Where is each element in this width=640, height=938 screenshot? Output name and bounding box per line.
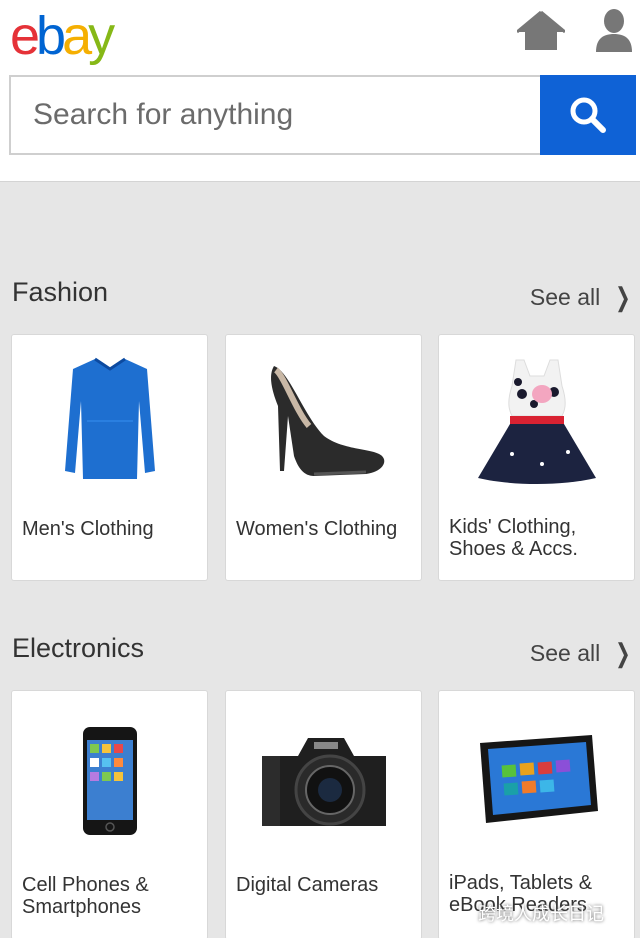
camera-image [226, 691, 421, 871]
smartphone-image [12, 691, 207, 871]
category-label: Kids' Clothing, Shoes & Accs. [449, 516, 578, 560]
category-card-mens-clothing[interactable]: Men's Clothing [11, 334, 208, 581]
see-all-electronics-link[interactable]: See all ❯ [530, 638, 634, 669]
tablet-image [439, 691, 634, 871]
category-card-cell-phones[interactable]: Cell Phones & Smartphones [11, 690, 208, 938]
section-title-electronics: Electronics [12, 633, 145, 663]
see-all-label: See all [529, 284, 601, 310]
category-card-kids-clothing[interactable]: Kids' Clothing, Shoes & Accs. [438, 334, 635, 581]
ebay-logo[interactable]: ebay [10, 6, 115, 66]
chevron-right-icon: ❯ [615, 282, 631, 312]
kids-dress-image [439, 335, 634, 507]
logo-letter-y: y [88, 6, 115, 66]
logo-letter-a: a [62, 6, 92, 66]
home-icon[interactable] [516, 10, 566, 52]
chevron-right-icon: ❯ [615, 638, 631, 668]
see-all-label: See all [529, 640, 601, 666]
header-bar: ebay [0, 0, 640, 182]
logo-letter-e: e [10, 6, 40, 66]
category-label: Men's Clothing [22, 518, 154, 540]
logo-letter-b: b [36, 6, 66, 66]
category-card-womens-clothing[interactable]: Women's Clothing [225, 334, 422, 581]
search-bar [9, 75, 636, 155]
search-button[interactable] [540, 75, 636, 155]
category-label: Digital Cameras [236, 874, 379, 896]
watermark: 跨境人成长日记 [478, 904, 604, 924]
section-title-fashion: Fashion [12, 277, 109, 307]
sweater-image [12, 335, 207, 507]
category-label: Cell Phones & Smartphones [22, 874, 149, 918]
search-input[interactable] [11, 77, 541, 153]
search-icon [570, 97, 606, 133]
high-heel-shoe-image [226, 335, 421, 507]
user-icon[interactable] [594, 8, 634, 52]
category-label: Women's Clothing [236, 518, 398, 540]
see-all-fashion-link[interactable]: See all ❯ [530, 282, 634, 313]
category-card-digital-cameras[interactable]: Digital Cameras [225, 690, 422, 938]
